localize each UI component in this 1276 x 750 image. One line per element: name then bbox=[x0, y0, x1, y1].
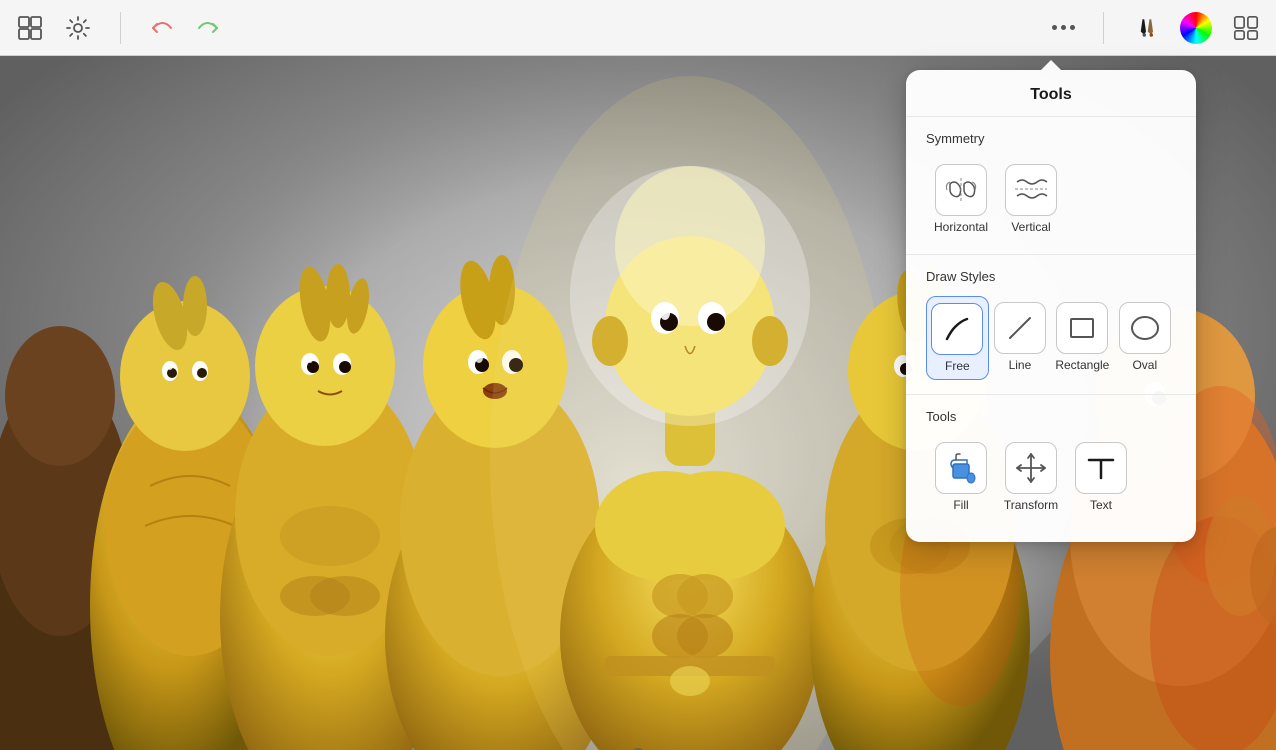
text-tool[interactable]: Text bbox=[1066, 436, 1136, 518]
oval-label: Oval bbox=[1132, 358, 1157, 372]
more-button[interactable] bbox=[1052, 25, 1075, 30]
text-icon-box bbox=[1075, 442, 1127, 494]
divider-2 bbox=[1103, 12, 1104, 44]
divider-1 bbox=[120, 12, 121, 44]
fill-tool[interactable]: Fill bbox=[926, 436, 996, 518]
rectangle-draw-tool[interactable]: Rectangle bbox=[1051, 296, 1113, 378]
vertical-symmetry-icon-box bbox=[1005, 164, 1057, 216]
settings-button[interactable] bbox=[64, 14, 92, 42]
fill-icon-box bbox=[935, 442, 987, 494]
brush-button[interactable] bbox=[1132, 14, 1160, 42]
tools-section: Tools Fill bbox=[906, 395, 1196, 518]
oval-draw-tool[interactable]: Oval bbox=[1114, 296, 1176, 378]
panel-title: Tools bbox=[906, 70, 1196, 117]
horizontal-symmetry-tool[interactable]: Horizontal bbox=[926, 158, 996, 240]
transform-icon-box bbox=[1005, 442, 1057, 494]
oval-draw-icon-box bbox=[1119, 302, 1171, 354]
line-draw-icon-box bbox=[994, 302, 1046, 354]
free-label: Free bbox=[945, 359, 970, 373]
tools-section-label: Tools bbox=[926, 409, 1176, 424]
rectangle-label: Rectangle bbox=[1055, 358, 1109, 372]
toolbar bbox=[0, 0, 1276, 56]
export-button[interactable] bbox=[1232, 14, 1260, 42]
vertical-label: Vertical bbox=[1011, 220, 1050, 234]
horizontal-label: Horizontal bbox=[934, 220, 988, 234]
draw-styles-row: Free Line Rectangle bbox=[926, 296, 1176, 380]
symmetry-tools-row: Horizontal Vertical bbox=[926, 158, 1176, 240]
horizontal-symmetry-icon-box bbox=[935, 164, 987, 216]
draw-styles-section: Draw Styles Free Line bbox=[906, 255, 1196, 380]
color-button[interactable] bbox=[1180, 12, 1212, 44]
undo-button[interactable] bbox=[149, 14, 177, 42]
tools-row: Fill Transform bbox=[926, 436, 1176, 518]
symmetry-section: Symmetry Horizontal bbox=[906, 117, 1196, 240]
line-label: Line bbox=[1009, 358, 1032, 372]
redo-button[interactable] bbox=[193, 14, 221, 42]
symmetry-section-label: Symmetry bbox=[926, 131, 1176, 146]
rectangle-draw-icon-box bbox=[1056, 302, 1108, 354]
text-label: Text bbox=[1090, 498, 1112, 512]
vertical-symmetry-tool[interactable]: Vertical bbox=[996, 158, 1066, 240]
gallery-button[interactable] bbox=[16, 14, 44, 42]
fill-label: Fill bbox=[953, 498, 968, 512]
tools-panel: Tools Symmetry Hor bbox=[906, 70, 1196, 542]
transform-label: Transform bbox=[1004, 498, 1058, 512]
line-draw-tool[interactable]: Line bbox=[989, 296, 1051, 378]
transform-tool[interactable]: Transform bbox=[996, 436, 1066, 518]
free-draw-icon-box bbox=[931, 303, 983, 355]
draw-styles-label: Draw Styles bbox=[926, 269, 1176, 284]
free-draw-tool[interactable]: Free bbox=[926, 296, 989, 380]
